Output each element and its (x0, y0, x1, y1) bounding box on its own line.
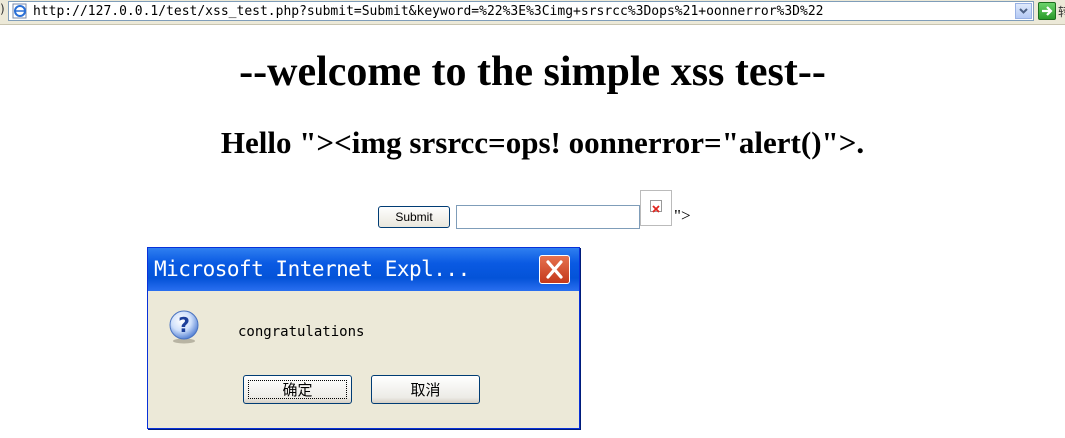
go-button[interactable] (1038, 2, 1056, 20)
hello-heading: Hello "><img srsrcc=ops! oonnerror="aler… (220, 125, 865, 160)
chevron-down-icon (1019, 8, 1028, 14)
close-icon (546, 260, 563, 279)
url-field[interactable]: http://127.0.0.1/test/xss_test.php?submi… (8, 1, 1034, 21)
toolbar-edge-right: 转 (1058, 5, 1065, 19)
dialog-title: Microsoft Internet Expl... (154, 257, 470, 281)
close-button[interactable] (539, 255, 570, 284)
question-icon: ? (169, 310, 199, 344)
ok-button[interactable]: 确定 (243, 375, 352, 404)
url-text[interactable]: http://127.0.0.1/test/xss_test.php?submi… (33, 3, 1011, 20)
ie-page-icon (12, 3, 27, 19)
cancel-button[interactable]: 取消 (371, 375, 480, 404)
url-dropdown-button[interactable] (1015, 3, 1032, 19)
trailing-text: "> (674, 206, 691, 225)
dialog-message: congratulations (238, 324, 365, 340)
address-bar: ) http://127.0.0.1/test/xss_test.php?sub… (0, 0, 1065, 25)
dialog-title-bar[interactable]: Microsoft Internet Expl... (148, 248, 579, 291)
toolbar-edge: ) (0, 2, 5, 16)
page-title: --welcome to the simple xss test-- (239, 49, 826, 95)
keyword-input[interactable] (456, 205, 640, 229)
alert-dialog: Microsoft Internet Expl... ? congratulat… (147, 247, 580, 429)
svg-text:?: ? (178, 313, 190, 337)
submit-button[interactable]: Submit (378, 206, 450, 228)
broken-image (640, 190, 672, 226)
ok-button-label: 确定 (282, 381, 313, 399)
arrow-right-icon (1042, 6, 1053, 16)
broken-image-icon (650, 200, 662, 213)
